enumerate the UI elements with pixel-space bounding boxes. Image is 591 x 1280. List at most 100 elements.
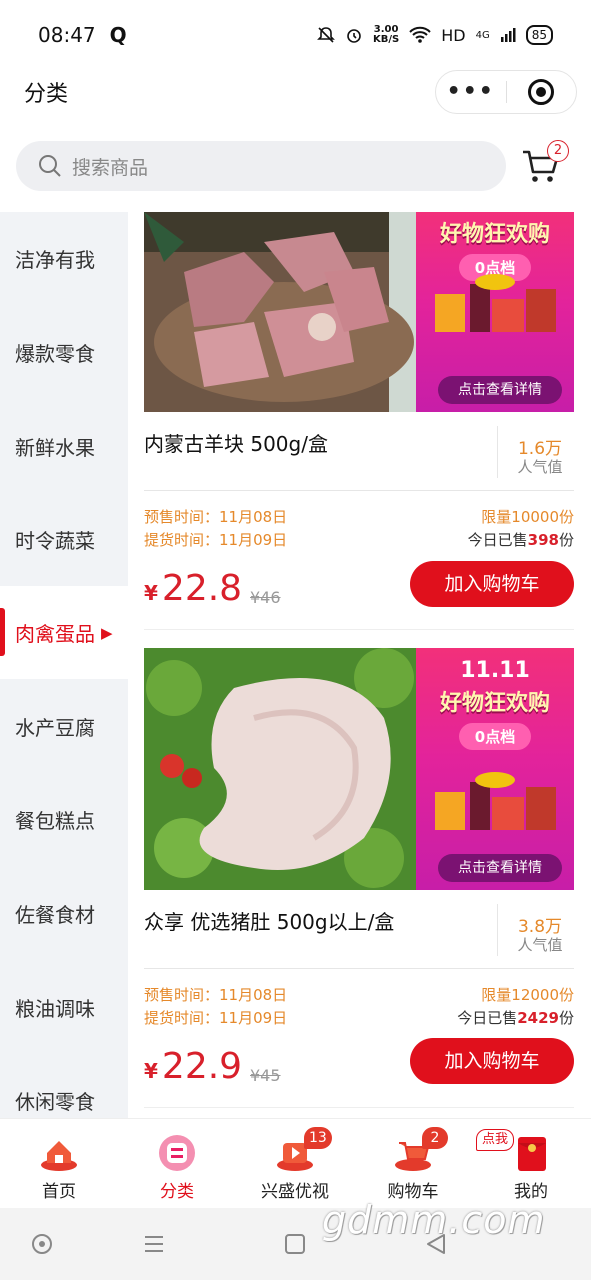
bottom-tab-bar: 首页 分类 13 兴盛优视 2 购物车 点我 我的: [0, 1118, 591, 1208]
sold-prefix: 今日已售: [457, 1009, 518, 1027]
tab-home[interactable]: 首页: [0, 1119, 118, 1209]
home-icon: [41, 1141, 77, 1171]
sidebar-item-snacks-hot[interactable]: 爆款零食: [0, 306, 128, 399]
presale-time: 预售时间：11月08日: [144, 508, 288, 526]
close-miniapp-button[interactable]: [507, 79, 577, 105]
promo-banner[interactable]: 11.11 好物狂欢购 0点档 点击查看详情: [416, 648, 574, 890]
original-price: ¥46: [250, 588, 281, 607]
status-indicators: 3.00 KB/S HD 4G 85: [317, 25, 553, 45]
product-card[interactable]: 好物狂欢购 0点档 点击查看详情 内蒙古羊块 500g/盒 1.6万 人气值 预…: [144, 212, 574, 630]
sold-suffix: 份: [558, 531, 574, 549]
mute-bell-icon: [317, 27, 335, 43]
more-dots-icon[interactable]: •••: [436, 70, 506, 114]
popularity-divider: [497, 426, 498, 478]
sidebar-item-meat-eggs[interactable]: 肉禽蛋品 ▶: [0, 586, 128, 679]
sidebar-item-grain-oil[interactable]: 粮油调味: [0, 961, 128, 1054]
home-square-icon[interactable]: [284, 1233, 306, 1255]
search-icon: [39, 155, 61, 177]
promo-detail-button[interactable]: 点击查看详情: [438, 376, 562, 404]
cart-tab-badge: 2: [422, 1127, 448, 1149]
presale-time: 预售时间：11月08日: [144, 986, 288, 1004]
redpacket-icon: [518, 1137, 546, 1171]
click-me-badge: 点我: [476, 1129, 515, 1151]
product-list: 好物狂欢购 0点档 点击查看详情 内蒙古羊块 500g/盒 1.6万 人气值 预…: [128, 212, 591, 1118]
tab-mine[interactable]: 点我 我的: [472, 1119, 590, 1209]
cart-badge: 2: [547, 140, 569, 162]
sidebar-item-vegetables[interactable]: 时令蔬菜: [0, 493, 128, 586]
product-name[interactable]: 内蒙古羊块 500g/盒: [144, 428, 328, 457]
product-image[interactable]: 11.11 好物狂欢购 0点档 点击查看详情: [144, 648, 574, 890]
net-speed: 3.00 KB/S: [373, 25, 399, 45]
promo-banner[interactable]: 好物狂欢购 0点档 点击查看详情: [416, 212, 574, 412]
sidebar-item-label: 休闲零食: [15, 1090, 95, 1114]
sidebar-item-side-dishes[interactable]: 佐餐食材: [0, 867, 128, 960]
battery-icon: 85: [525, 25, 553, 45]
tab-video[interactable]: 13 兴盛优视: [236, 1119, 354, 1209]
product-separator: [144, 1107, 574, 1108]
popularity-label: 人气值: [517, 458, 563, 476]
category-icon: [159, 1135, 195, 1171]
popularity-divider: [497, 904, 498, 956]
product-divider: [144, 968, 574, 969]
promo-date: 11.11: [460, 658, 530, 683]
signal-icon: [500, 28, 516, 42]
promo-goods-image: [435, 274, 556, 332]
search-input[interactable]: 搜索商品: [16, 141, 506, 191]
tab-category[interactable]: 分类: [118, 1119, 236, 1209]
sold-prefix: 今日已售: [467, 531, 528, 549]
network-type: HD: [441, 25, 466, 45]
miniapp-capsule: •••: [435, 70, 577, 114]
tab-label: 首页: [42, 1182, 76, 1202]
pickup-time: 提货时间：11月09日: [144, 531, 288, 549]
sidebar-item-label: 水产豆腐: [15, 716, 95, 740]
alarm-icon: [347, 29, 361, 43]
sidebar-item-label: 爆款零食: [15, 342, 95, 366]
sidebar-item-label: 时令蔬菜: [15, 529, 95, 553]
product-name[interactable]: 众享 优选猪肚 500g以上/盒: [144, 906, 394, 935]
sold-today: 今日已售398份: [468, 529, 574, 550]
tab-cart[interactable]: 2 购物车: [354, 1119, 472, 1209]
pickup-time: 提货时间：11月09日: [144, 1009, 288, 1027]
sold-today: 今日已售2429份: [457, 1007, 574, 1028]
status-time: 08:47: [38, 23, 96, 47]
sidebar-item-bakery[interactable]: 餐包糕点: [0, 773, 128, 866]
app-notification-icon: Q: [109, 23, 127, 47]
price-value: 22.9: [161, 1046, 243, 1087]
sold-count: 2429: [517, 1009, 559, 1027]
product-divider: [144, 490, 574, 491]
product-price: ¥22.9: [144, 1046, 242, 1087]
sidebar-item-leisure-snacks[interactable]: 休闲零食: [0, 1054, 128, 1118]
watermark-text: gdmm.com: [322, 1198, 546, 1242]
add-to-cart-button[interactable]: 加入购物车: [410, 561, 574, 607]
product-card[interactable]: 11.11 好物狂欢购 0点档 点击查看详情 众享 优选猪肚 500g以上/盒 …: [144, 648, 574, 1108]
price-value: 22.8: [161, 568, 243, 609]
sidebar-item-fruit[interactable]: 新鲜水果: [0, 400, 128, 493]
menu-icon[interactable]: [143, 1233, 165, 1255]
sidebar-item-label: 餐包糕点: [15, 809, 95, 833]
signal-type: 4G: [475, 29, 490, 41]
assistant-icon[interactable]: [30, 1232, 54, 1256]
video-badge: 13: [304, 1127, 332, 1149]
add-to-cart-button[interactable]: 加入购物车: [410, 1038, 574, 1084]
pork-tripe-photo: [144, 648, 416, 890]
sidebar-item-cleaning[interactable]: 洁净有我: [0, 212, 128, 305]
product-separator: [144, 629, 574, 630]
price-currency: ¥: [144, 1059, 158, 1083]
sidebar-item-label: 肉禽蛋品: [15, 622, 95, 646]
sidebar-item-label: 粮油调味: [15, 997, 95, 1021]
promo-title: 好物狂欢购: [439, 691, 550, 716]
status-bar: 08:47 Q 3.00 KB/S HD 4G 85: [0, 0, 591, 70]
wifi-icon: [409, 26, 431, 43]
net-speed-unit: KB/S: [373, 34, 400, 45]
sidebar-item-label: 新鲜水果: [15, 436, 95, 460]
sidebar-item-label: 佐餐食材: [15, 903, 95, 927]
sidebar-active-arrow-icon: ▶: [101, 623, 113, 642]
sold-count: 398: [527, 531, 559, 549]
tab-label: 分类: [160, 1182, 194, 1202]
page-title: 分类: [24, 82, 69, 107]
promo-goods-image: [435, 772, 556, 830]
promo-detail-button[interactable]: 点击查看详情: [438, 854, 562, 882]
page-header: 分类 •••: [0, 70, 591, 130]
product-image[interactable]: 好物狂欢购 0点档 点击查看详情: [144, 212, 574, 412]
sidebar-item-seafood-tofu[interactable]: 水产豆腐: [0, 680, 128, 773]
